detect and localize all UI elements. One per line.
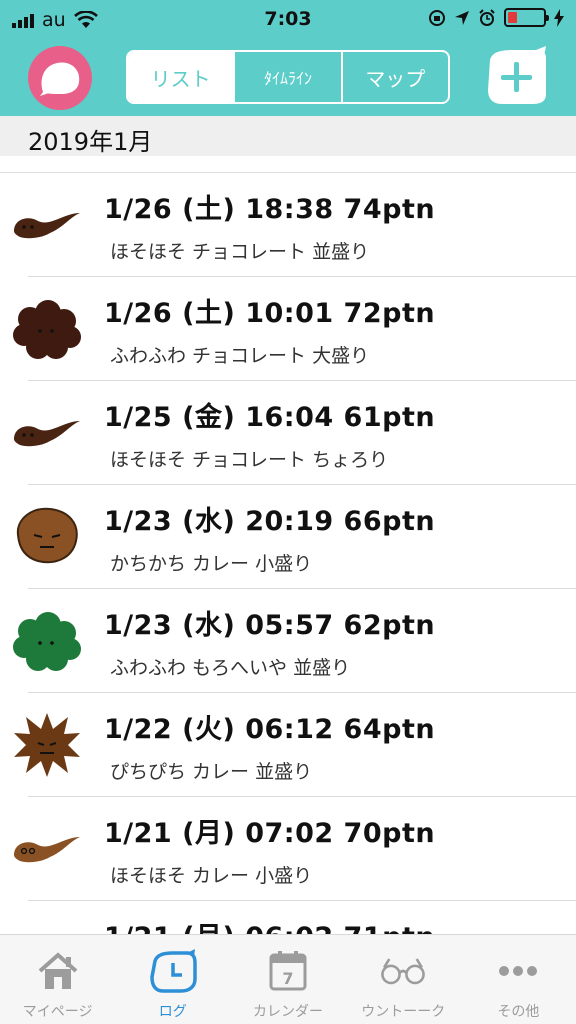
entry-detail: かちかち カレー 小盛り [110, 553, 313, 575]
tab-label: ウントーーク [361, 1004, 446, 1020]
log-clock-icon [150, 949, 197, 993]
month-label: 2019年1月 [28, 128, 153, 156]
entry-detail: ほそほそ チョコレート ちょろり [110, 449, 389, 471]
log-list: 1/26 (土) 18:38 74ptn ほそほそ チョコレート 並盛り 1/2… [0, 172, 576, 934]
list-item[interactable]: 1/26 (土) 10:01 72ptn ふわふわ チョコレート 大盛り [13, 277, 576, 381]
location-icon [455, 10, 469, 25]
tab-calendar[interactable]: 7 カレンダー [230, 935, 345, 1024]
tab-label: カレンダー [253, 1004, 323, 1020]
list-item[interactable]: 1/23 (水) 20:19 66ptn かちかち カレー 小盛り [16, 485, 576, 589]
entry-title: 1/26 (土) 10:01 72ptn [104, 298, 436, 329]
entry-title: 1/21 (月) 07:02 70ptn [104, 818, 436, 849]
fluffy-chocolate-icon [13, 300, 81, 359]
character-face-icon [40, 62, 80, 96]
entry-detail: ほそほそ カレー 小盛り [110, 865, 313, 887]
entry-title: 1/26 (土) 18:38 74ptn [104, 194, 436, 225]
thin-chocolate-icon [14, 421, 80, 447]
entry-detail: ぴちぴち カレー 並盛り [110, 761, 313, 783]
tab-mypage[interactable]: マイページ [0, 935, 115, 1024]
alarm-icon [479, 8, 495, 26]
month-section-header: 2019年1月 [0, 116, 576, 156]
entry-title: 1/25 (金) 16:04 61ptn [104, 402, 436, 433]
list-item[interactable]: 1/25 (金) 16:04 61ptn ほそほそ チョコレート ちょろり [14, 381, 576, 485]
tab-map[interactable]: マップ [340, 52, 448, 102]
tab-list[interactable]: リスト [128, 52, 234, 102]
entry-detail: ふわふわ チョコレート 大盛り [110, 345, 370, 367]
tab-other[interactable]: その他 [461, 935, 576, 1024]
calendar-day: 7 [282, 969, 293, 988]
tab-label: マイページ [22, 1004, 93, 1020]
app-header: au 7:03 リスト ﾀｲﾑﾗｲﾝ マップ [0, 0, 576, 116]
charging-icon [554, 8, 564, 27]
add-entry-button[interactable] [484, 46, 548, 108]
tab-label: ログ [158, 1004, 187, 1020]
battery-icon [504, 8, 549, 27]
entry-title: 1/23 (水) 05:57 62ptn [104, 610, 436, 641]
rotation-lock-icon [429, 9, 445, 26]
glasses-icon [381, 958, 426, 985]
profile-button[interactable] [28, 46, 92, 110]
calendar-icon: 7 [269, 951, 307, 991]
fluffy-green-icon [13, 612, 81, 671]
list-item[interactable]: 1/21 (月) 07:02 70ptn ほそほそ カレー 小盛り [14, 797, 576, 901]
tab-untalk[interactable]: ウントーーク [346, 935, 461, 1024]
view-switcher: リスト ﾀｲﾑﾗｲﾝ マップ [126, 50, 450, 104]
status-bar: au 7:03 [0, 0, 576, 40]
entry-detail: ふわふわ もろへいや 並盛り [110, 657, 351, 679]
home-icon [38, 952, 77, 989]
entry-detail: ほそほそ チョコレート 並盛り [110, 241, 370, 263]
list-item[interactable]: 1/23 (水) 05:57 62ptn ふわふわ もろへいや 並盛り [13, 589, 576, 693]
list-item[interactable]: 1/22 (火) 06:12 64ptn ぴちぴち カレー 並盛り [14, 693, 576, 797]
tab-log[interactable]: ログ [115, 935, 230, 1024]
list-item[interactable]: 1/26 (土) 18:38 74ptn ほそほそ チョコレート 並盛り [14, 173, 576, 277]
thin-chocolate-icon [14, 213, 80, 239]
entry-title: 1/23 (水) 20:19 66ptn [104, 506, 436, 537]
bottom-tab-bar: マイページ ログ 7 カレンダー ウントーーク その他 [0, 934, 576, 1024]
tab-timeline[interactable]: ﾀｲﾑﾗｲﾝ [233, 52, 340, 102]
tab-label: その他 [497, 1004, 540, 1020]
list-item[interactable]: 1/21 (月) 06:02 71ptn [28, 901, 576, 934]
more-icon [499, 966, 538, 976]
hard-curry-icon [16, 507, 78, 564]
entry-title: 1/21 (月) 06:02 71ptn [104, 915, 435, 934]
spiky-curry-icon [14, 713, 80, 777]
thin-curry-icon [14, 837, 80, 863]
entry-title: 1/22 (火) 06:12 64ptn [104, 714, 436, 745]
